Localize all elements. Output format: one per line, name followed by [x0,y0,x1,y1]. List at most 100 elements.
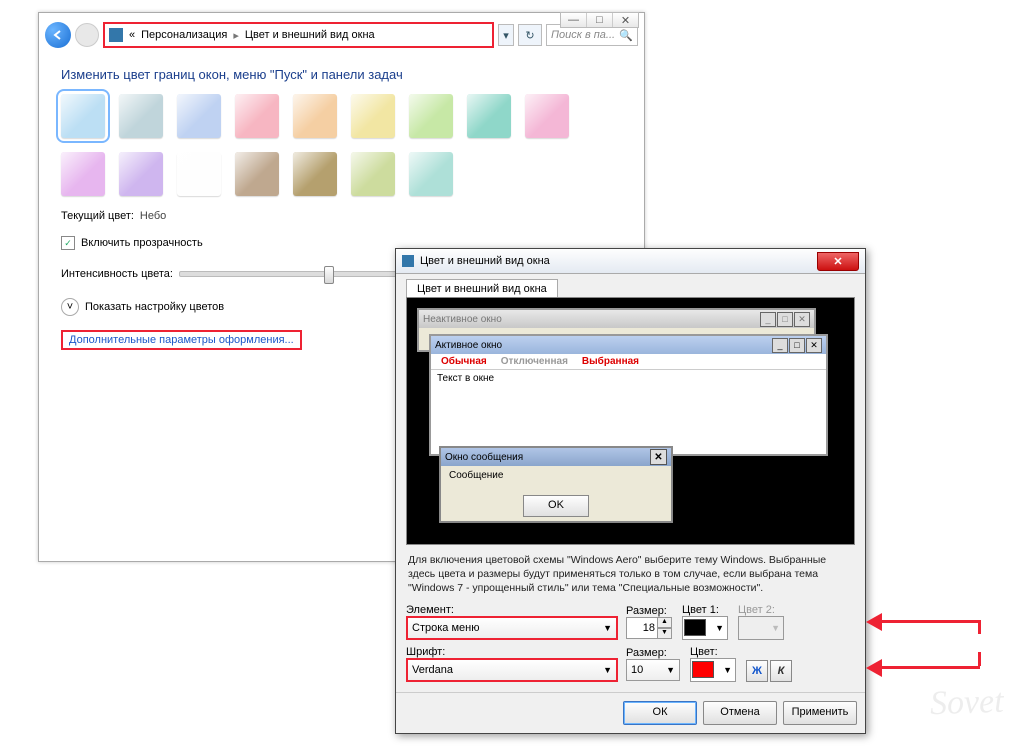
dialog-description: Для включения цветовой схемы "Windows Ae… [408,553,853,596]
color-swatch[interactable] [61,152,105,196]
transparency-checkbox[interactable]: ✓ [61,236,75,250]
advanced-link-highlight: Дополнительные параметры оформления... [61,330,302,350]
min-icon: _ [760,312,776,327]
chevron-down-icon: ▼ [723,665,734,675]
dialog-cancel-button[interactable]: Отмена [703,701,777,725]
dialog-title: Цвет и внешний вид окна [420,255,550,267]
show-mixer-label: Показать настройку цветов [85,301,224,313]
close-button[interactable]: ✕ [612,13,638,27]
breadcrumb-personalization[interactable]: Персонализация [141,29,227,41]
nav-forward-button[interactable] [75,23,99,47]
breadcrumb-sep: ▸ [233,29,239,42]
minimize-button[interactable]: — [561,13,586,27]
color-swatch[interactable] [351,152,395,196]
breadcrumb-chevron: « [129,29,135,41]
color-swatch[interactable] [119,152,163,196]
color-swatch[interactable] [235,94,279,138]
color-swatch[interactable] [409,94,453,138]
spin-up-icon[interactable]: ▲ [657,617,672,628]
current-color-row: Текущий цвет: Небо [61,210,622,222]
color-swatch[interactable] [467,94,511,138]
window-controls: — □ ✕ [560,12,639,28]
font-combo[interactable]: Verdana ▼ [406,658,618,682]
dialog-tab[interactable]: Цвет и внешний вид окна [406,279,558,298]
font-color-swatch [692,661,714,678]
transparency-label: Включить прозрачность [81,237,203,249]
font-value: Verdana [412,664,453,676]
font-color-picker[interactable]: ▼ [690,658,736,682]
nav-row: « Персонализация ▸ Цвет и внешний вид ок… [39,13,644,53]
chevron-down-icon: ▼ [603,623,612,633]
size-spinner[interactable]: ▲▼ [626,617,672,639]
font-row: Шрифт: Verdana ▼ Размер: 10 ▼ Цвет: ▼ Ж … [406,646,855,682]
spin-down-icon[interactable]: ▼ [657,628,672,639]
message-box-body: Сообщение [441,466,671,489]
annotation-arrow-2 [866,668,986,686]
color-swatch[interactable] [525,94,569,138]
chevron-down-icon: ▼ [666,665,675,675]
size-input[interactable] [627,622,657,634]
color-swatch[interactable] [293,152,337,196]
arrow-left-icon [52,29,64,41]
close-icon: ✕ [650,449,667,465]
color-swatch[interactable] [235,152,279,196]
color2-picker: ▼ [738,616,784,640]
bold-toggle[interactable]: Ж [746,660,768,682]
element-value: Строка меню [412,622,479,634]
slider-thumb[interactable] [324,266,334,284]
font-size-value: 10 [631,664,643,676]
dialog-close-button[interactable]: ✕ [817,252,859,271]
chevron-down-icon: ˅ [61,298,79,316]
message-ok-button: OK [523,495,589,517]
preview-active-window: Активное окно _ □ ✕ Обычная Отключенная … [429,334,828,456]
color-swatch[interactable] [293,94,337,138]
font-size-label: Размер: [626,647,680,659]
italic-toggle[interactable]: К [770,660,792,682]
color-swatch[interactable] [351,94,395,138]
search-icon: 🔍 [619,29,633,42]
preview-area: Неактивное окно _ □ ✕ Активное окно _ □ … [406,297,855,545]
font-size-combo[interactable]: 10 ▼ [626,659,680,681]
color-swatch[interactable] [409,152,453,196]
close-icon: ✕ [806,338,822,353]
menu-disabled: Отключенная [501,356,568,367]
page-title: Изменить цвет границ окон, меню "Пуск" и… [61,67,622,82]
element-combo[interactable]: Строка меню ▼ [406,616,618,640]
message-box-title-text: Окно сообщения [445,452,523,463]
inactive-window-label: Неактивное окно [423,314,502,325]
chevron-down-icon: ▼ [715,623,726,633]
preview-message-box: Окно сообщения ✕ Сообщение OK [439,446,673,523]
nav-back-button[interactable] [45,22,71,48]
dialog-icon [402,255,414,267]
dialog-apply-button[interactable]: Применить [783,701,857,725]
color-swatch[interactable] [119,94,163,138]
close-icon: ✕ [794,312,810,327]
color1-picker[interactable]: ▼ [682,616,728,640]
dialog-ok-button[interactable]: ОК [623,701,697,725]
current-color-label: Текущий цвет: [61,210,134,222]
dialog-footer: ОК Отмена Применить [396,692,865,733]
min-icon: _ [772,338,788,353]
breadcrumb-window-color[interactable]: Цвет и внешний вид окна [245,29,375,41]
appearance-dialog: Цвет и внешний вид окна ✕ Цвет и внешний… [395,248,866,734]
color1-label: Цвет 1: [682,604,728,616]
maximize-button[interactable]: □ [586,13,612,27]
message-box-title: Окно сообщения ✕ [441,448,671,466]
color-swatch[interactable] [177,152,221,196]
chevron-down-icon: ▼ [771,623,782,633]
current-color-value: Небо [140,210,166,222]
color1-swatch [684,619,706,636]
preview-text: Текст в окне [431,369,826,387]
advanced-appearance-link[interactable]: Дополнительные параметры оформления... [69,334,294,346]
color-swatch[interactable] [177,94,221,138]
annotation-arrow-1 [866,622,986,640]
dialog-titlebar[interactable]: Цвет и внешний вид окна ✕ [396,249,865,274]
chevron-down-icon: ▼ [603,665,612,675]
address-dropdown[interactable]: ▾ [498,24,514,46]
breadcrumb[interactable]: « Персонализация ▸ Цвет и внешний вид ок… [103,22,494,48]
size-label: Размер: [626,605,672,617]
max-icon: □ [777,312,793,327]
search-placeholder: Поиск в па... [551,29,615,41]
refresh-button[interactable]: ↻ [518,24,542,46]
color-swatch[interactable] [61,94,105,138]
